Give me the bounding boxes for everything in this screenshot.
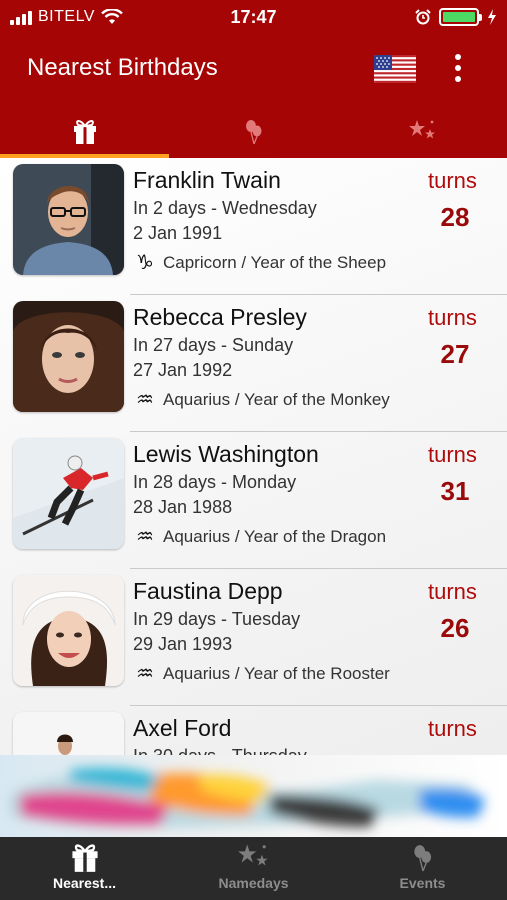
list-item[interactable]: Rebecca Presley In 27 days - Sunday 27 J… — [0, 295, 507, 432]
person-name: Lewis Washington — [133, 441, 319, 467]
age-value: 31 — [440, 476, 470, 506]
charging-icon — [488, 9, 496, 25]
tab-namedays[interactable] — [338, 104, 507, 158]
tab-birthdays[interactable] — [0, 104, 169, 158]
list-item[interactable]: Franklin Twain In 2 days - Wednesday 2 J… — [0, 158, 507, 295]
ad-banner[interactable] — [0, 755, 507, 837]
avatar — [13, 438, 124, 549]
zodiac-info: ♒ Aquarius / Year of the Monkey — [133, 387, 390, 412]
person-name: Faustina Depp — [133, 578, 283, 604]
capricorn-icon: ♑ — [136, 252, 154, 274]
bottom-tab-label: Nearest... — [52, 875, 117, 891]
birth-date: 29 Jan 1993 — [133, 634, 233, 654]
bottom-tab-label: Events — [399, 875, 446, 891]
turns-label: turns — [428, 305, 477, 330]
age-value: 27 — [440, 339, 470, 369]
stars-icon — [237, 844, 268, 866]
avatar — [13, 164, 124, 275]
person-name: Rebecca Presley — [133, 304, 307, 330]
turns-label: turns — [428, 579, 477, 604]
stars-icon — [408, 120, 435, 139]
avatar — [13, 301, 124, 412]
alarm-icon — [415, 9, 431, 25]
birth-date: 28 Jan 1988 — [133, 497, 233, 517]
ad-banner-image — [10, 767, 485, 828]
zodiac-info: ♒ Aquarius / Year of the Dragon — [133, 524, 386, 549]
gift-icon — [71, 844, 98, 872]
zodiac-info: ♑ Capricorn / Year of the Sheep — [133, 250, 386, 275]
turns-label: turns — [428, 168, 477, 193]
app-header: Nearest Birthdays — [0, 36, 507, 104]
page-title: Nearest Birthdays — [27, 54, 218, 81]
bottom-tab-nearest[interactable]: Nearest... — [0, 837, 169, 900]
aquarius-icon: ♒ — [136, 389, 154, 411]
list-item[interactable]: Lewis Washington In 28 days - Monday 28 … — [0, 432, 507, 569]
zodiac-text: Aquarius / Year of the Rooster — [163, 663, 390, 683]
age-value: 26 — [440, 613, 470, 643]
person-name: Axel Ford — [133, 715, 232, 741]
turns-label: turns — [428, 716, 477, 741]
aquarius-icon: ♒ — [136, 526, 154, 548]
birthday-list[interactable]: Franklin Twain In 2 days - Wednesday 2 J… — [0, 158, 507, 755]
gift-icon — [73, 120, 96, 144]
birth-date: 27 Jan 1992 — [133, 360, 233, 380]
avatar — [13, 575, 124, 686]
turns-label: turns — [428, 442, 477, 467]
balloons-icon — [413, 845, 431, 872]
battery-icon — [439, 8, 482, 26]
us-flag-icon[interactable] — [374, 55, 416, 83]
bottom-tab-events[interactable]: Events — [338, 837, 507, 900]
bottom-tab-namedays[interactable]: Namedays — [169, 837, 338, 900]
person-name: Franklin Twain — [133, 167, 281, 193]
age-value: 28 — [440, 202, 470, 232]
status-bar: BITELV 17:47 — [0, 0, 507, 36]
days-until: In 28 days - Monday — [133, 472, 297, 492]
zodiac-text: Aquarius / Year of the Monkey — [163, 389, 390, 409]
status-right — [415, 8, 497, 26]
days-until: In 30 days - Thursday — [133, 746, 307, 755]
days-until: In 2 days - Wednesday — [133, 198, 317, 218]
days-until: In 27 days - Sunday — [133, 335, 294, 355]
aquarius-icon: ♒ — [136, 663, 154, 685]
zodiac-info: ♒ Aquarius / Year of the Rooster — [133, 661, 390, 686]
days-until: In 29 days - Tuesday — [133, 609, 301, 629]
zodiac-text: Aquarius / Year of the Dragon — [163, 526, 387, 546]
zodiac-text: Capricorn / Year of the Sheep — [163, 252, 387, 272]
bottom-tab-bar: Nearest... Namedays Events — [0, 837, 507, 900]
balloons-icon — [245, 120, 261, 145]
more-options-icon[interactable] — [448, 50, 468, 86]
birth-date: 2 Jan 1991 — [133, 223, 223, 243]
list-item[interactable]: Axel Ford In 30 days - Thursday turns — [0, 706, 507, 755]
tab-events[interactable] — [169, 104, 338, 158]
top-tabs — [0, 104, 507, 158]
bottom-tab-label: Namedays — [218, 875, 289, 891]
list-item[interactable]: Faustina Depp In 29 days - Tuesday 29 Ja… — [0, 569, 507, 706]
avatar — [13, 712, 124, 755]
